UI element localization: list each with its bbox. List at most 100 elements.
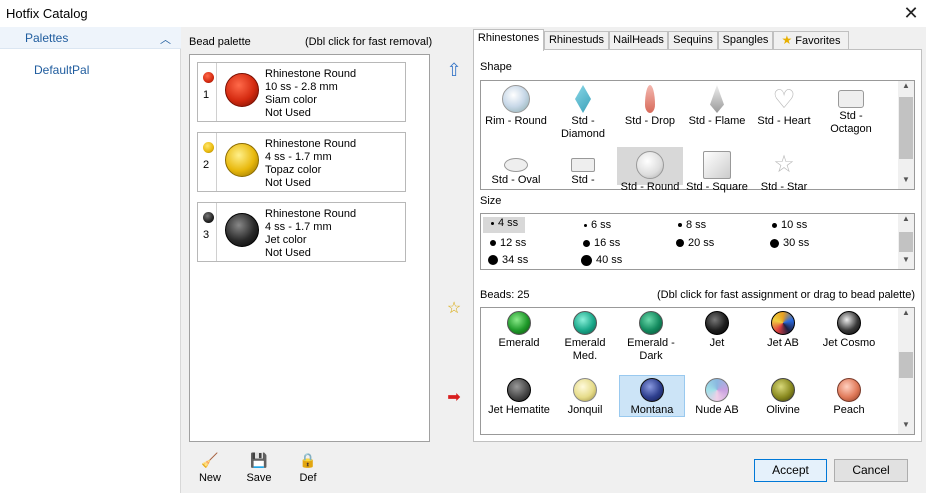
beads-scrollbar[interactable]: ▲ ▼	[898, 308, 914, 434]
shape-item-label: Std -	[571, 174, 595, 186]
size-item[interactable]: 16 ss	[583, 237, 620, 249]
close-icon[interactable]: ✕	[896, 3, 926, 25]
save-button[interactable]: 💾 Save	[239, 451, 279, 484]
bead-item[interactable]: Emerald Med.	[552, 311, 618, 363]
bead-item[interactable]: Peach	[816, 378, 882, 417]
size-item[interactable]: 30 ss	[770, 237, 809, 249]
scroll-down-icon[interactable]: ▼	[898, 420, 914, 434]
scroll-down-icon[interactable]: ▼	[898, 255, 914, 269]
size-dot-icon	[491, 221, 494, 225]
scroll-thumb[interactable]	[899, 232, 913, 252]
bead-index-number: 2	[203, 159, 210, 171]
size-scrollbar[interactable]: ▲ ▼	[898, 214, 914, 269]
bead-item[interactable]: Emerald	[486, 311, 552, 350]
bead-details: Rhinestone Round 4 ss - 1.7 mm Jet color…	[265, 208, 356, 260]
bead-item[interactable]: Olivine	[750, 378, 816, 417]
tab-nailheads[interactable]: NailHeads	[609, 31, 668, 50]
bead-item-label: Jet	[709, 337, 725, 349]
shape-item[interactable]: Rim - Round	[483, 85, 549, 128]
size-item[interactable]: 20 ss	[676, 237, 714, 249]
shape-item[interactable]: Std - Diamond	[550, 85, 616, 141]
palettes-header[interactable]: Palettes ︿	[0, 27, 181, 49]
bead-status: Not Used	[265, 247, 311, 259]
bead-color-name: Topaz color	[265, 164, 322, 176]
bead-index: 1	[198, 63, 217, 121]
size-item[interactable]: 6 ss	[584, 219, 611, 231]
shape-scrollbar[interactable]: ▲ ▼	[898, 81, 914, 189]
scroll-up-icon[interactable]: ▲	[898, 81, 914, 95]
size-item[interactable]: 10 ss	[772, 219, 807, 231]
cancel-button[interactable]: Cancel	[834, 459, 908, 482]
chevron-up-icon[interactable]: ︿	[160, 31, 171, 47]
scroll-up-icon[interactable]: ▲	[898, 214, 914, 228]
nude-ab-bead-icon	[705, 378, 729, 402]
def-button[interactable]: 🔒 Def	[288, 451, 328, 484]
shape-item[interactable]: Std - Square	[684, 151, 750, 194]
bead-card[interactable]: 1 Rhinestone Round 10 ss - 2.8 mm Siam c…	[197, 62, 406, 122]
size-item-label: 6 ss	[591, 219, 612, 231]
beads-list[interactable]: Emerald Emerald Med. Emerald - Dark Jet …	[480, 307, 915, 435]
bead-item[interactable]: Jet Cosmo	[816, 311, 882, 350]
size-item-label: 34 ss	[502, 254, 529, 266]
bead-item[interactable]: Jet Hematite	[486, 378, 552, 417]
tab-spangles[interactable]: Spangles	[718, 31, 773, 50]
tab-rhinestuds[interactable]: Rhinestuds	[544, 31, 609, 50]
size-item[interactable]: 12 ss	[490, 237, 526, 249]
accept-button[interactable]: Accept	[754, 459, 827, 482]
bead-status: Not Used	[265, 107, 311, 119]
size-item[interactable]: 40 ss	[581, 254, 622, 266]
size-item-label: 10 ss	[781, 219, 808, 231]
shape-item[interactable]: Std -	[550, 151, 616, 187]
round-icon	[636, 151, 664, 179]
bead-item[interactable]: Emerald - Dark	[618, 311, 684, 363]
shape-item-selected[interactable]: Std - Round	[617, 147, 683, 193]
bead-index: 3	[198, 203, 217, 261]
jonquil-bead-icon	[573, 378, 597, 402]
bead-palette-hint: (Dbl click for fast removal)	[305, 36, 433, 48]
shape-item[interactable]: Std - Drop	[617, 85, 683, 128]
bead-details: Rhinestone Round 10 ss - 2.8 mm Siam col…	[265, 68, 356, 120]
shape-item[interactable]: Std - Octagon	[818, 85, 884, 136]
arrow-right-icon[interactable]: ➡	[445, 389, 463, 407]
scroll-thumb[interactable]	[899, 352, 913, 378]
rectangle-icon	[571, 158, 595, 172]
new-button[interactable]: 🧹 New	[190, 451, 230, 484]
bead-small-icon	[203, 212, 214, 223]
palette-item-defaultpal[interactable]: DefaultPal	[34, 63, 89, 77]
scroll-up-icon[interactable]: ▲	[898, 308, 914, 322]
tab-sequins[interactable]: Sequins	[668, 31, 718, 50]
size-item-selected[interactable]: 4 ss	[483, 217, 525, 233]
scroll-down-icon[interactable]: ▼	[898, 175, 914, 189]
shape-list[interactable]: Rim - Round Std - Diamond Std - Drop Std…	[480, 80, 915, 193]
bead-status: Not Used	[265, 177, 311, 189]
size-item[interactable]: 8 ss	[678, 219, 706, 231]
tab-rhinestones[interactable]: Rhinestones	[473, 29, 544, 51]
tab-favorites[interactable]: ★ Favorites	[773, 31, 849, 50]
scroll-thumb[interactable]	[899, 97, 913, 159]
shape-item[interactable]: Std - Oval	[483, 151, 549, 187]
olivine-bead-icon	[771, 378, 795, 402]
bead-item[interactable]: Nude AB	[684, 378, 750, 417]
shape-item[interactable]: ☆ Std - Star	[751, 151, 817, 194]
arrow-up-icon[interactable]: ⇧	[445, 61, 463, 80]
bead-item-selected[interactable]: Montana	[619, 375, 685, 417]
size-item[interactable]: 34 ss	[488, 254, 528, 266]
bead-item[interactable]: Jet AB	[750, 311, 816, 350]
size-item-label: 30 ss	[783, 237, 810, 249]
bead-card[interactable]: 3 Rhinestone Round 4 ss - 1.7 mm Jet col…	[197, 202, 406, 262]
bead-palette-list[interactable]: 1 Rhinestone Round 10 ss - 2.8 mm Siam c…	[189, 54, 430, 442]
shape-item-label: Std - Flame	[688, 115, 746, 127]
shape-item[interactable]: ♡ Std - Heart	[751, 85, 817, 128]
bead-item-label: Nude AB	[695, 404, 739, 416]
bead-card[interactable]: 2 Rhinestone Round 4 ss - 1.7 mm Topaz c…	[197, 132, 406, 192]
size-item-label: 4 ss	[498, 217, 519, 229]
bead-item[interactable]: Jonquil	[552, 378, 618, 417]
bead-name: Rhinestone Round	[265, 138, 357, 150]
star-icon[interactable]: ☆	[445, 300, 463, 318]
jet-bead-icon	[705, 311, 729, 335]
shape-item[interactable]: Std - Flame	[684, 85, 750, 128]
emerald-med-bead-icon	[573, 311, 597, 335]
bead-item[interactable]: Jet	[684, 311, 750, 350]
size-list[interactable]: 4 ss 6 ss 8 ss 10 ss 12 ss 16 ss 20 ss 3…	[480, 213, 915, 270]
shape-item-label: Std - Star	[760, 181, 808, 193]
